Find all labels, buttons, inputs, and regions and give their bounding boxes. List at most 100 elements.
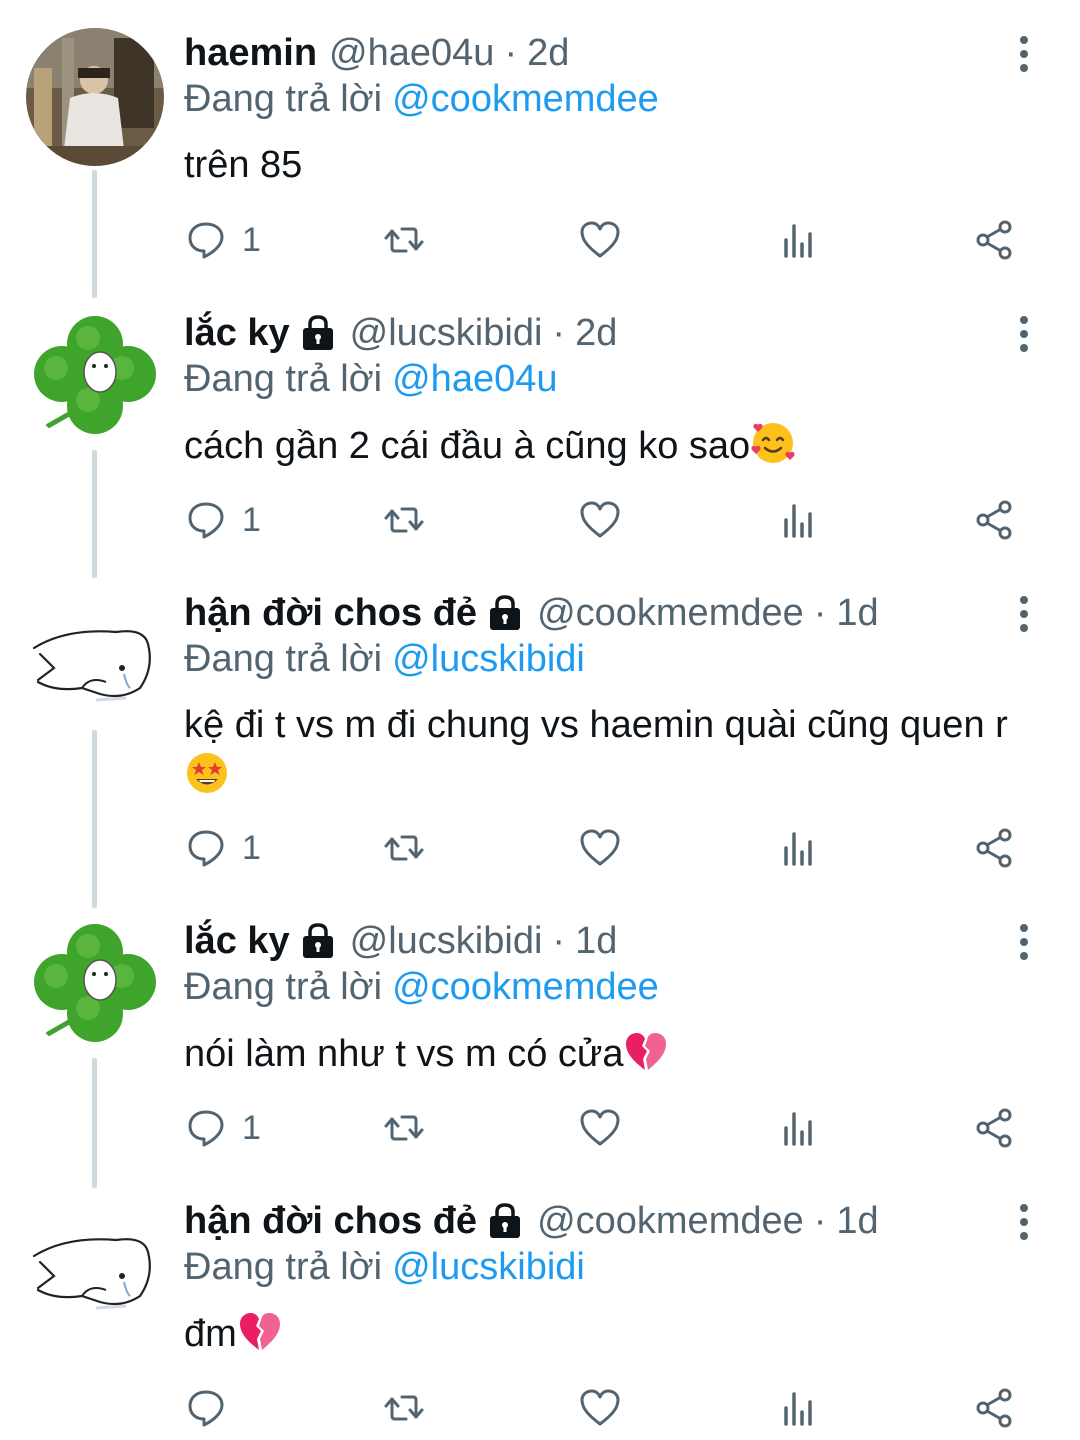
reply-button[interactable]: 1 — [184, 496, 261, 544]
like-button[interactable] — [578, 1384, 622, 1432]
like-button[interactable] — [578, 824, 622, 872]
tweet-text: cách gần 2 cái đầu à cũng ko sao — [184, 420, 1044, 471]
views-button[interactable] — [776, 1384, 820, 1432]
separator-dot: · — [504, 31, 518, 74]
user-handle[interactable]: @cookmemdee — [537, 592, 804, 635]
share-icon — [976, 1388, 1012, 1428]
tweet-actions — [184, 1384, 1044, 1432]
views-icon — [784, 1392, 812, 1426]
display-name[interactable]: hận đời chos đẻ — [184, 592, 477, 635]
reply-button[interactable]: 1 — [184, 1104, 261, 1152]
views-button[interactable] — [776, 216, 820, 264]
user-handle[interactable]: @lucskibidi — [350, 920, 543, 963]
share-button[interactable] — [972, 824, 1016, 872]
tweet-actions: 1 — [184, 216, 1044, 264]
reply-icon — [188, 1390, 224, 1427]
mention-link[interactable]: @cookmemdee — [392, 966, 659, 1008]
separator-dot: · — [552, 919, 566, 962]
timestamp[interactable]: 1d — [575, 920, 617, 963]
more-options-icon[interactable] — [1012, 922, 1036, 962]
views-icon — [784, 832, 812, 866]
user-handle[interactable]: @cookmemdee — [537, 1200, 804, 1243]
tweet-text: kệ đi t vs m đi chung vs haemin quài cũn… — [184, 700, 1044, 801]
sketch-avatar-icon[interactable] — [26, 1196, 164, 1334]
retweet-button[interactable] — [382, 216, 426, 264]
tweet-header: lắc ky @lucskibidi · 1d — [184, 916, 617, 966]
timestamp[interactable]: 1d — [836, 1200, 878, 1243]
broken-heart-emoji — [626, 1033, 667, 1070]
lock-icon — [490, 595, 521, 630]
user-handle[interactable]: @hae04u — [329, 32, 494, 75]
like-button[interactable] — [578, 216, 622, 264]
star-struck-emoji — [187, 753, 227, 793]
retweet-button[interactable] — [382, 1384, 426, 1432]
tweet-text-content: trên 85 — [184, 144, 303, 186]
like-button[interactable] — [578, 496, 622, 544]
more-options-icon[interactable] — [1012, 314, 1036, 354]
tweet-text: trên 85 — [184, 140, 1044, 190]
thread-connector — [92, 1058, 97, 1188]
share-button[interactable] — [972, 1104, 1016, 1152]
replying-to: Đang trả lời @lucskibidi — [184, 638, 585, 681]
clover-avatar-icon[interactable] — [26, 308, 164, 446]
lock-icon — [490, 1203, 521, 1238]
display-name[interactable]: lắc ky — [184, 920, 290, 963]
reply-icon — [188, 830, 224, 867]
tweet-text-content: nói làm như t vs m có cửa — [184, 1033, 624, 1075]
share-button[interactable] — [972, 216, 1016, 264]
clover-avatar-icon[interactable] — [26, 916, 164, 1054]
mention-link[interactable]: @lucskibidi — [392, 1246, 585, 1288]
views-button[interactable] — [776, 824, 820, 872]
sketch-avatar-icon[interactable] — [26, 588, 164, 726]
replying-to: Đang trả lời @cookmemdee — [184, 966, 659, 1009]
views-icon — [784, 1112, 812, 1146]
reply-icon — [188, 1110, 224, 1147]
reply-button[interactable]: 1 — [184, 216, 261, 264]
reply-icon — [188, 502, 224, 539]
like-icon — [580, 829, 620, 866]
separator-dot: · — [813, 591, 827, 634]
thread-connector — [92, 730, 97, 908]
like-icon — [580, 1109, 620, 1146]
tweet-actions: 1 — [184, 1104, 1044, 1152]
retweet-icon — [384, 227, 424, 253]
share-button[interactable] — [972, 1384, 1016, 1432]
reply-count: 1 — [242, 1108, 261, 1147]
reply-thread: haemin @hae04u · 2d Đang trả lời @cookmem… — [0, 0, 1080, 1440]
replying-to: Đang trả lời @hae04u — [184, 358, 558, 401]
thread-connector — [92, 170, 97, 298]
views-button[interactable] — [776, 1104, 820, 1152]
user-handle[interactable]: @lucskibidi — [350, 312, 543, 355]
timestamp[interactable]: 2d — [527, 32, 569, 75]
retweet-icon — [384, 835, 424, 861]
tweet-header: haemin @hae04u · 2d — [184, 28, 569, 78]
mention-link[interactable]: @lucskibidi — [392, 638, 585, 680]
retweet-button[interactable] — [382, 824, 426, 872]
photo-avatar-icon[interactable] — [26, 28, 164, 166]
views-button[interactable] — [776, 496, 820, 544]
display-name[interactable]: hận đời chos đẻ — [184, 1200, 477, 1243]
timestamp[interactable]: 2d — [575, 312, 617, 355]
reply-button[interactable] — [184, 1384, 242, 1432]
mention-link[interactable]: @hae04u — [392, 358, 557, 400]
retweet-button[interactable] — [382, 496, 426, 544]
tweet-actions: 1 — [184, 824, 1044, 872]
display-name[interactable]: lắc ky — [184, 312, 290, 355]
timestamp[interactable]: 1d — [836, 592, 878, 635]
separator-dot: · — [813, 1199, 827, 1242]
more-options-icon[interactable] — [1012, 1202, 1036, 1242]
tweet-header: hận đời chos đẻ @cookmemdee · 1d — [184, 588, 879, 638]
retweet-button[interactable] — [382, 1104, 426, 1152]
tweet-text-content: cách gần 2 cái đầu à cũng ko sao — [184, 425, 751, 467]
reply-button[interactable]: 1 — [184, 824, 261, 872]
tweet-text-content: kệ đi t vs m đi chung vs haemin quài cũn… — [184, 704, 1008, 746]
share-button[interactable] — [972, 496, 1016, 544]
like-button[interactable] — [578, 1104, 622, 1152]
views-icon — [784, 224, 812, 258]
display-name[interactable]: haemin — [184, 32, 317, 75]
tweet-header: lắc ky @lucskibidi · 2d — [184, 308, 617, 358]
more-options-icon[interactable] — [1012, 34, 1036, 74]
mention-link[interactable]: @cookmemdee — [392, 78, 659, 120]
share-icon — [976, 1108, 1012, 1148]
more-options-icon[interactable] — [1012, 594, 1036, 634]
